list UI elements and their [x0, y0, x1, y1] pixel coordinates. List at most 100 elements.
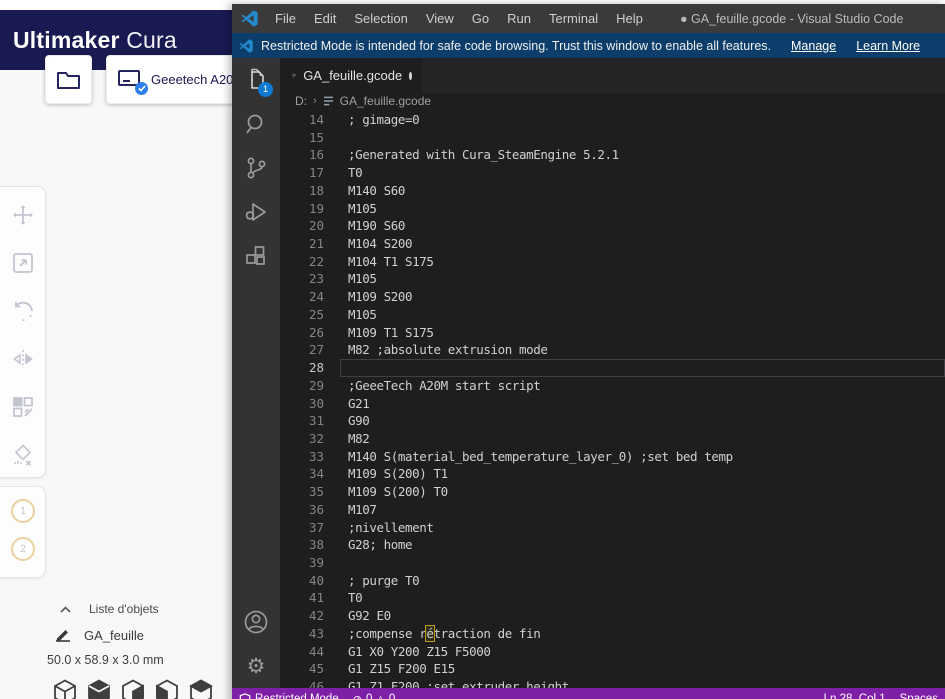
- mirror-icon[interactable]: [11, 347, 35, 371]
- breadcrumb-drive[interactable]: D:: [295, 94, 307, 108]
- problems-status[interactable]: ⊘ 0 △ 0: [346, 688, 403, 699]
- activity-source-control[interactable]: [232, 146, 280, 190]
- code-line[interactable]: 19 M105: [280, 200, 945, 218]
- activity-search[interactable]: [232, 102, 280, 146]
- code-line[interactable]: 25 M105: [280, 306, 945, 324]
- activity-account[interactable]: [232, 600, 280, 644]
- per-model-settings-icon[interactable]: [11, 395, 35, 419]
- code-line[interactable]: 38 G28; home: [280, 536, 945, 554]
- line-number: 44: [308, 643, 324, 659]
- cursor-position-status[interactable]: Ln 28, Col 1: [817, 688, 893, 699]
- vscode-window: File Edit Selection View Go Run Terminal…: [232, 4, 945, 699]
- menu-run[interactable]: Run: [498, 11, 540, 26]
- code-line[interactable]: 44 G1 X0 Y200 Z15 F5000: [280, 643, 945, 661]
- menu-terminal[interactable]: Terminal: [540, 11, 607, 26]
- code-line[interactable]: 34 M109 S(200) T1: [280, 465, 945, 483]
- code-line[interactable]: 27 M82 ;absolute extrusion mode: [280, 341, 945, 359]
- indentation-status[interactable]: Spaces: [893, 688, 945, 699]
- menu-edit[interactable]: Edit: [305, 11, 345, 26]
- line-number: 46: [308, 679, 324, 688]
- code-line[interactable]: 32 M82: [280, 430, 945, 448]
- menu-bar: File Edit Selection View Go Run Terminal…: [266, 11, 652, 26]
- code-line[interactable]: 31 G90: [280, 412, 945, 430]
- activity-run-debug[interactable]: [232, 190, 280, 234]
- code-line[interactable]: 16 ;Generated with Cura_SteamEngine 5.2.1: [280, 146, 945, 164]
- menu-file[interactable]: File: [266, 11, 305, 26]
- code-line[interactable]: 35 M109 S(200) T0: [280, 483, 945, 501]
- line-number: 45: [308, 661, 324, 677]
- code-line[interactable]: 24 M109 S200: [280, 288, 945, 306]
- manage-link[interactable]: Manage: [791, 39, 836, 53]
- code-line[interactable]: 42 G92 E0: [280, 607, 945, 625]
- cube-icon[interactable]: [53, 679, 77, 699]
- code-line[interactable]: 23 M105: [280, 270, 945, 288]
- code-line[interactable]: 22 M104 T1 S175: [280, 253, 945, 271]
- extruder-1-button[interactable]: 1: [11, 499, 35, 523]
- code-line[interactable]: 33 M140 S(material_bed_temperature_layer_…: [280, 448, 945, 466]
- menu-selection[interactable]: Selection: [345, 11, 416, 26]
- cube-icon[interactable]: [155, 679, 179, 699]
- line-text: M105: [348, 271, 377, 287]
- line-text: G28; home: [348, 537, 413, 553]
- line-text: M105: [348, 306, 377, 322]
- line-text: G1 Z15 F200 E15: [348, 661, 455, 677]
- code-line[interactable]: 28: [280, 359, 945, 377]
- line-number: 16: [308, 147, 324, 163]
- learn-more-link[interactable]: Learn More: [856, 39, 920, 53]
- code-line[interactable]: 40 ; purge T0: [280, 572, 945, 590]
- code-line[interactable]: 43 ;compense rétraction de fin: [280, 624, 945, 643]
- line-text: M109 S(200) T0: [348, 484, 448, 500]
- check-badge-icon: [135, 81, 148, 95]
- code-line[interactable]: 17 T0: [280, 164, 945, 182]
- line-number: 41: [308, 590, 324, 606]
- restricted-mode-status[interactable]: Restricted Mode: [232, 688, 346, 699]
- code-line[interactable]: 15: [280, 129, 945, 147]
- scale-icon[interactable]: [11, 251, 35, 275]
- object-list-item[interactable]: GA_feuille: [55, 628, 144, 643]
- code-line[interactable]: 39: [280, 554, 945, 572]
- rotate-icon[interactable]: [11, 299, 35, 323]
- modified-dot-icon[interactable]: [409, 71, 412, 80]
- code-line[interactable]: 45 G1 Z15 F200 E15: [280, 660, 945, 678]
- code-line[interactable]: 26 M109 T1 S175: [280, 324, 945, 342]
- code-line[interactable]: 30 G21: [280, 395, 945, 413]
- activity-extensions[interactable]: [232, 234, 280, 278]
- code-line[interactable]: 14 ; gimage=0: [280, 111, 945, 129]
- code-line[interactable]: 18 M140 S60: [280, 182, 945, 200]
- code-line[interactable]: 37 ;nivellement: [280, 519, 945, 537]
- breadcrumb-file[interactable]: GA_feuille.gcode: [340, 94, 431, 108]
- object-dimensions: 50.0 x 58.9 x 3.0 mm: [47, 653, 164, 667]
- line-text: ; gimage=0: [348, 112, 420, 127]
- activity-settings[interactable]: ⚙: [232, 644, 280, 688]
- code-line[interactable]: 21 M104 S200: [280, 235, 945, 253]
- code-editor[interactable]: 14 ; gimage=0 15 16 ;Generated with Cura_Ste…: [280, 111, 945, 688]
- line-text: M140 S60: [348, 182, 406, 198]
- activity-explorer[interactable]: 1: [232, 58, 280, 102]
- code-line[interactable]: 41 T0: [280, 589, 945, 607]
- tab-bar: GA_feuille.gcode: [280, 58, 945, 93]
- object-list-header[interactable]: Liste d'objets: [60, 602, 159, 616]
- cube-icon[interactable]: [121, 679, 145, 699]
- cura-logo-brand: Ultimaker: [13, 27, 120, 53]
- cube-icon[interactable]: [87, 679, 111, 699]
- breadcrumb[interactable]: D: › GA_feuille.gcode: [280, 93, 945, 109]
- open-file-button[interactable]: [45, 55, 92, 104]
- tab-gcode-file[interactable]: GA_feuille.gcode: [280, 58, 422, 93]
- support-blocker-icon[interactable]: [11, 443, 35, 467]
- line-text: ;Generated with Cura_SteamEngine 5.2.1: [348, 147, 619, 163]
- run-debug-icon: [245, 203, 266, 221]
- line-text: ;nivellement: [348, 519, 434, 535]
- cube-icon[interactable]: [189, 679, 213, 699]
- code-line[interactable]: 36 M107: [280, 501, 945, 519]
- code-line[interactable]: 29 ;GeeeTech A20M start script: [280, 377, 945, 395]
- extruder-2-button[interactable]: 2: [11, 537, 35, 561]
- restricted-mode-banner: Restricted Mode is intended for safe cod…: [232, 33, 945, 58]
- menu-go[interactable]: Go: [463, 11, 498, 26]
- code-line[interactable]: 46 G1 Z1 F200 ;set extruder height: [280, 678, 945, 688]
- search-icon: [246, 114, 263, 134]
- code-line[interactable]: 20 M190 S60: [280, 217, 945, 235]
- menu-view[interactable]: View: [417, 11, 463, 26]
- move-icon[interactable]: [11, 203, 35, 227]
- vscode-logo-icon: [241, 10, 258, 27]
- menu-help[interactable]: Help: [607, 11, 652, 26]
